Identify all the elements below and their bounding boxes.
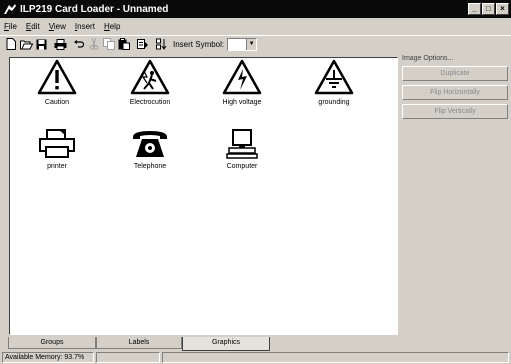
status-cell-empty bbox=[96, 352, 160, 363]
image-options-panel: Image Options... Duplicate Flip Horizont… bbox=[400, 55, 511, 119]
insert-symbol-select[interactable]: ▼ bbox=[227, 37, 258, 51]
flip-horizontally-button[interactable]: Flip Horizontally bbox=[402, 85, 508, 100]
symbol-label: printer bbox=[47, 163, 67, 170]
bottom-tabs: Groups Labels Graphics bbox=[8, 337, 388, 351]
maximize-button[interactable]: □ bbox=[482, 3, 495, 15]
insert-symbol-label: Insert Symbol: bbox=[173, 39, 225, 49]
toolbar: Insert Symbol: ▼ bbox=[0, 35, 511, 52]
app-icon bbox=[4, 4, 16, 14]
close-button[interactable]: × bbox=[496, 3, 509, 15]
symbol-label: High voltage bbox=[222, 99, 262, 106]
menu-view[interactable]: View bbox=[49, 22, 66, 31]
paste-special-icon[interactable] bbox=[136, 37, 150, 51]
tab-groups[interactable]: Groups bbox=[8, 337, 96, 349]
menu-help[interactable]: Help bbox=[104, 22, 120, 31]
window-controls: _ □ × bbox=[468, 3, 509, 15]
computer-icon bbox=[226, 129, 258, 159]
chevron-down-icon[interactable]: ▼ bbox=[246, 38, 257, 50]
save-icon[interactable] bbox=[34, 37, 48, 51]
menu-edit[interactable]: Edit bbox=[26, 22, 40, 31]
undo-icon[interactable] bbox=[72, 37, 86, 51]
tab-labels[interactable]: Labels bbox=[96, 337, 182, 349]
symbol-label: Telephone bbox=[133, 163, 167, 170]
paste-icon[interactable] bbox=[117, 37, 131, 51]
symbol-electrocution[interactable]: Electrocution bbox=[110, 59, 190, 106]
grounding-icon bbox=[314, 59, 354, 95]
tab-graphics[interactable]: Graphics bbox=[182, 337, 270, 351]
symbol-computer[interactable]: Computer bbox=[202, 129, 282, 170]
printer-icon bbox=[39, 129, 75, 158]
symbol-printer[interactable]: printer bbox=[17, 129, 97, 170]
high-voltage-icon bbox=[222, 59, 262, 95]
print-icon[interactable] bbox=[53, 37, 67, 51]
menu-bar: File Edit View Insert Help bbox=[0, 19, 511, 33]
symbol-telephone[interactable]: Telephone bbox=[110, 129, 190, 170]
graphics-canvas[interactable]: Caution Electrocution High voltage groun… bbox=[9, 57, 398, 335]
symbol-label: Computer bbox=[226, 163, 258, 170]
symbol-label: Caution bbox=[44, 99, 70, 106]
new-icon[interactable] bbox=[4, 37, 18, 51]
image-options-title: Image Options... bbox=[402, 55, 454, 62]
flip-vertically-button[interactable]: Flip Vertically bbox=[402, 104, 508, 119]
available-memory: Available Memory: 93.7% bbox=[2, 352, 94, 363]
status-cell-empty-wide bbox=[162, 352, 509, 363]
open-icon[interactable] bbox=[19, 37, 33, 51]
duplicate-button[interactable]: Duplicate bbox=[402, 66, 508, 81]
electrocution-icon bbox=[130, 59, 170, 95]
minimize-button[interactable]: _ bbox=[468, 3, 481, 15]
status-bar: Available Memory: 93.7% bbox=[0, 351, 511, 364]
menu-insert[interactable]: Insert bbox=[75, 22, 95, 31]
symbol-label: grounding bbox=[318, 99, 350, 106]
caution-icon bbox=[37, 59, 77, 95]
symbol-caution[interactable]: Caution bbox=[17, 59, 97, 106]
symbol-grounding[interactable]: grounding bbox=[294, 59, 374, 106]
copy-icon[interactable] bbox=[102, 37, 116, 51]
symbol-high-voltage[interactable]: High voltage bbox=[202, 59, 282, 106]
title-bar: ILP219 Card Loader - Unnamed _ □ × bbox=[0, 0, 511, 18]
cut-icon[interactable] bbox=[87, 37, 101, 51]
menu-file[interactable]: File bbox=[4, 22, 17, 31]
window-title: ILP219 Card Loader - Unnamed bbox=[20, 3, 169, 15]
symbol-label: Electrocution bbox=[129, 99, 171, 106]
arrange-icon[interactable] bbox=[155, 37, 169, 51]
telephone-icon bbox=[133, 131, 167, 157]
